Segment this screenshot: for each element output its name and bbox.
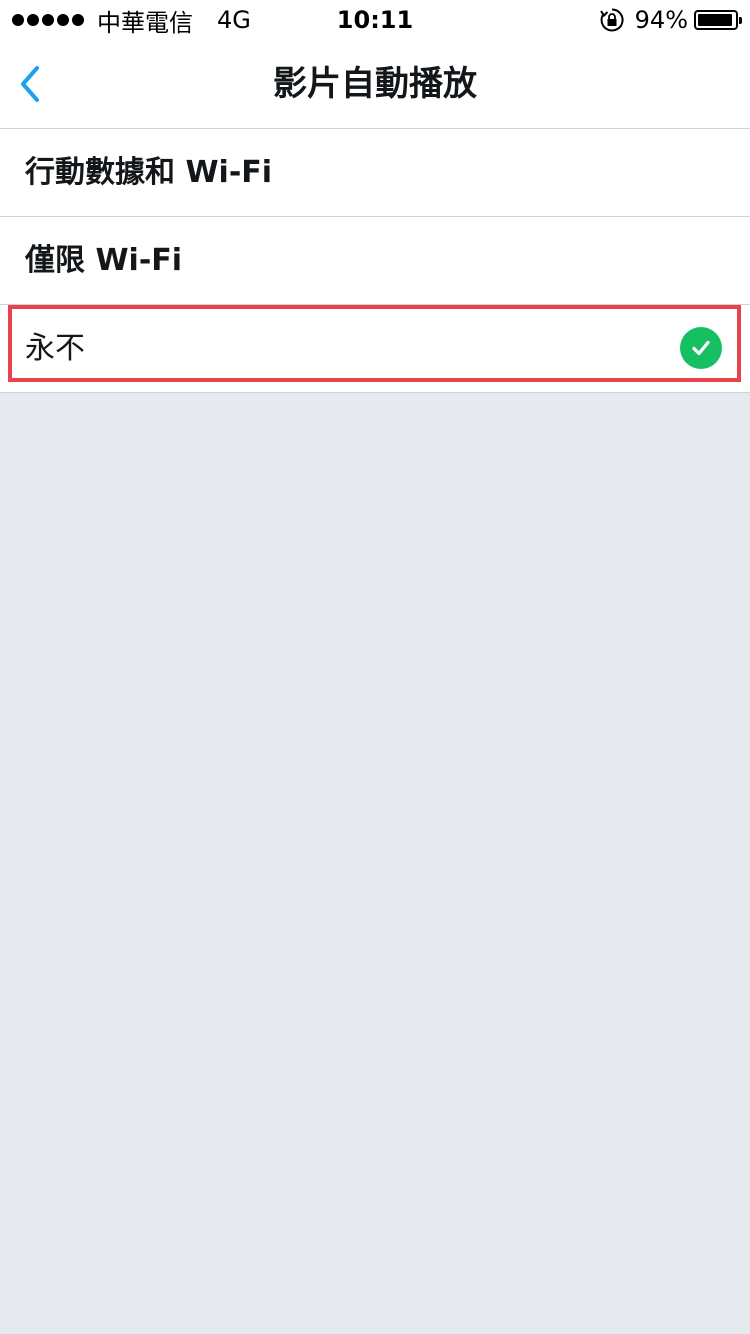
option-mobile-data-and-wifi[interactable]: 行動數據和 Wi-Fi bbox=[0, 129, 750, 217]
option-label: 行動數據和 Wi-Fi bbox=[25, 155, 273, 190]
chevron-left-icon bbox=[21, 66, 39, 102]
status-right: 94% bbox=[599, 6, 742, 34]
page-title: 影片自動播放 bbox=[273, 64, 477, 104]
battery-fill bbox=[698, 14, 732, 26]
option-label: 僅限 Wi-Fi bbox=[25, 243, 183, 278]
orientation-lock-icon bbox=[599, 8, 624, 32]
battery-icon bbox=[694, 10, 742, 30]
back-button[interactable] bbox=[10, 60, 50, 108]
battery-percentage: 94% bbox=[634, 6, 688, 34]
option-never[interactable]: 永不 bbox=[0, 305, 750, 393]
status-bar: 中華電信 4G 10:11 94% bbox=[0, 0, 750, 40]
checkmark-icon bbox=[680, 327, 722, 369]
navigation-bar: 影片自動播放 bbox=[0, 40, 750, 129]
autoplay-options-list: 行動數據和 Wi-Fi 僅限 Wi-Fi 永不 bbox=[0, 129, 750, 393]
option-label: 永不 bbox=[25, 331, 85, 366]
option-wifi-only[interactable]: 僅限 Wi-Fi bbox=[0, 217, 750, 305]
